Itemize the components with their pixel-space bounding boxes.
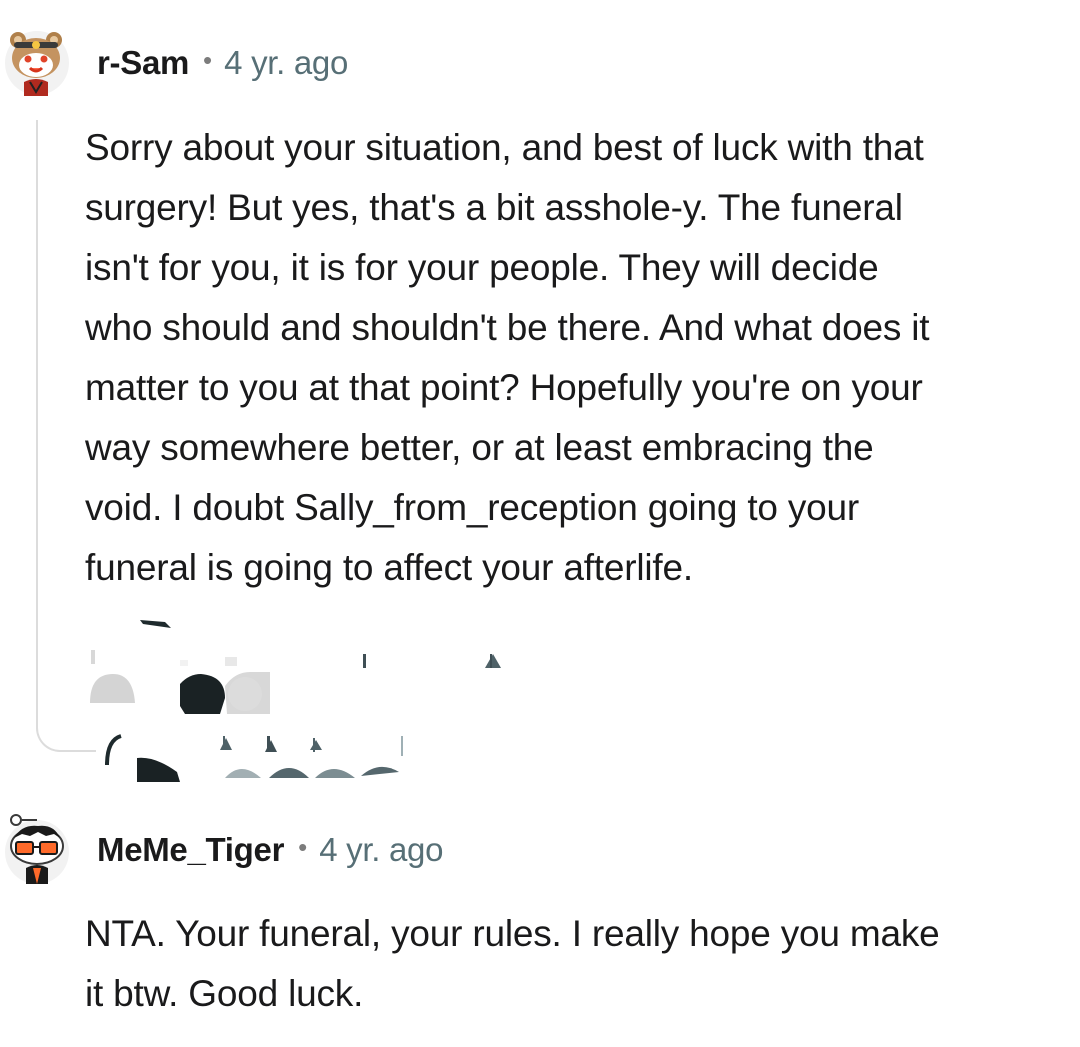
bear-snoo-avatar-icon	[5, 31, 69, 96]
comment-body: Sorry about your situation, and best of …	[85, 118, 1070, 598]
comment-body-line: surgery! But yes, that's a bit asshole-y…	[85, 187, 903, 228]
comment-age: 4 yr. ago	[319, 831, 444, 868]
comment-body-line: isn't for you, it is for your people. Th…	[85, 247, 879, 288]
comment-body-line: who should and shouldn't be there. And w…	[85, 307, 930, 348]
username[interactable]: r-Sam	[97, 44, 189, 82]
comment-body-line: matter to you at that point? Hopefully y…	[85, 367, 923, 408]
glasses-snoo-avatar-icon	[5, 814, 69, 884]
user-avatar[interactable]	[2, 814, 72, 884]
comment-body-line: Sorry about your situation, and best of …	[85, 127, 924, 168]
comment-meta: r-Sam • 4 yr. ago	[97, 44, 348, 82]
comment-meta: MeMe_Tiger • 4 yr. ago	[97, 831, 443, 869]
comment-body-line: funeral is going to affect your afterlif…	[85, 547, 693, 588]
comment-r-sam: r-Sam • 4 yr. ago Sorry about your situa…	[0, 0, 1080, 800]
comment-body: NTA. Your funeral, your rules. I really …	[85, 904, 1070, 1024]
user-avatar[interactable]	[2, 26, 72, 96]
obscured-action-bar	[85, 610, 725, 790]
meta-separator: •	[298, 831, 308, 862]
comment-body-line: void. I doubt Sally_from_reception going…	[85, 487, 860, 528]
comment-body-line: it btw. Good luck.	[85, 973, 364, 1014]
comment-body-line: NTA. Your funeral, your rules. I really …	[85, 913, 940, 954]
username[interactable]: MeMe_Tiger	[97, 831, 284, 869]
meta-separator: •	[203, 44, 213, 75]
comment-meme-tiger: MeMe_Tiger • 4 yr. ago NTA. Your funeral…	[0, 800, 1080, 1047]
comment-age: 4 yr. ago	[224, 44, 349, 81]
comment-body-line: way somewhere better, or at least embrac…	[85, 427, 874, 468]
obscured-actions-icon	[90, 620, 501, 782]
